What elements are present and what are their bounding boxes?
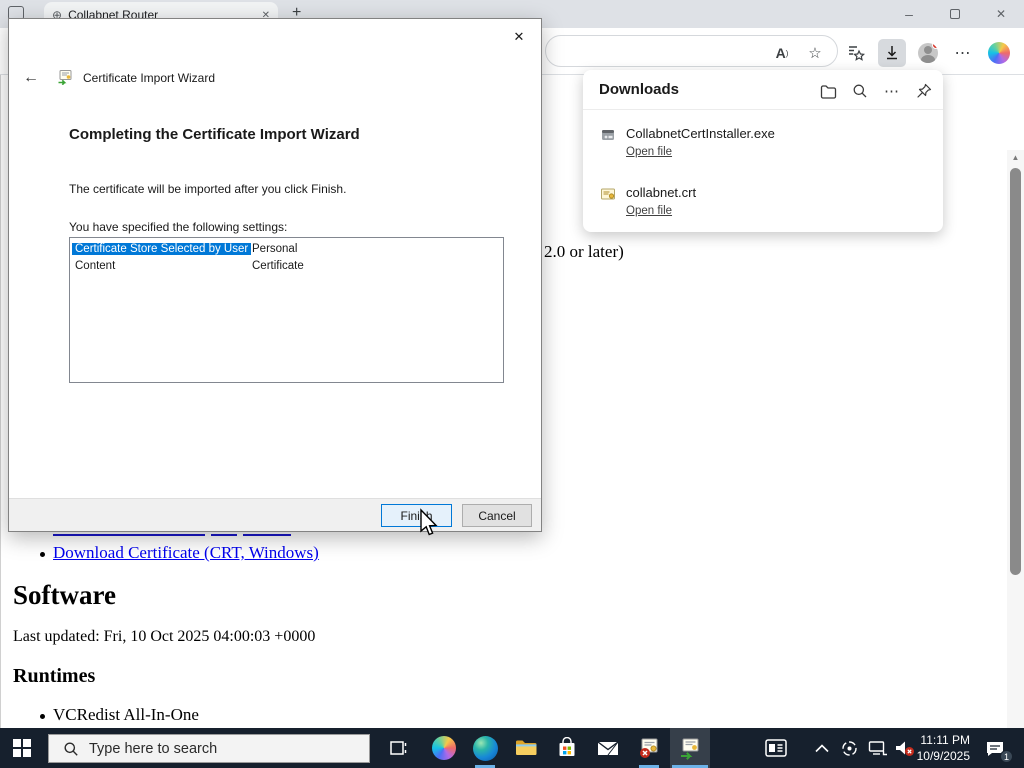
mouse-cursor bbox=[420, 508, 438, 536]
pin-downloads-icon[interactable] bbox=[913, 80, 935, 102]
add-favorite-icon[interactable]: ☆ bbox=[804, 42, 826, 64]
dialog-title: Certificate Import Wizard bbox=[83, 71, 216, 85]
clock-date: 10/9/2025 bbox=[916, 749, 970, 763]
copilot-icon bbox=[432, 736, 456, 760]
open-downloads-folder-icon[interactable] bbox=[817, 80, 839, 102]
start-button[interactable] bbox=[0, 728, 44, 768]
taskbar-mail-button[interactable] bbox=[588, 728, 628, 768]
clock-time: 11:11 PM bbox=[920, 733, 970, 747]
last-updated-text: Last updated: Fri, 10 Oct 2025 04:00:03 … bbox=[13, 628, 316, 645]
desktop: ⊕ Collabnet Router ✕ + – ✕ A) ☆ ⋯ 2.0 or… bbox=[0, 0, 1024, 768]
copilot-icon[interactable] bbox=[988, 42, 1010, 64]
wizard-heading: Completing the Certificate Import Wizard bbox=[69, 126, 360, 143]
hidden-link-underline bbox=[211, 534, 237, 536]
list-bullet bbox=[40, 714, 45, 719]
dialog-footer: Finish Cancel bbox=[9, 498, 541, 531]
taskbar-copilot-button[interactable] bbox=[424, 728, 464, 768]
tray-overflow-button[interactable] bbox=[812, 740, 832, 756]
setting-value: Certificate bbox=[252, 259, 304, 272]
tray-circle-icon[interactable] bbox=[838, 738, 860, 758]
edge-icon bbox=[472, 735, 498, 761]
windows-logo-icon bbox=[13, 739, 31, 757]
exe-file-icon bbox=[600, 127, 616, 143]
scroll-up-icon[interactable]: ▲ bbox=[1007, 150, 1024, 166]
address-bar[interactable] bbox=[545, 35, 838, 67]
search-icon bbox=[64, 742, 78, 756]
taskbar-explorer-button[interactable] bbox=[506, 728, 546, 768]
settings-listbox[interactable]: Certificate Store Selected by User Perso… bbox=[69, 237, 504, 383]
settings-intro-label: You have specified the following setting… bbox=[69, 220, 288, 234]
avatar bbox=[918, 43, 938, 63]
runtime-list-item: VCRedist All-In-One bbox=[53, 705, 199, 724]
maximize-icon bbox=[950, 9, 960, 19]
settings-row[interactable]: Content Certificate bbox=[70, 257, 503, 274]
downloads-more-icon[interactable]: ⋯ bbox=[881, 80, 903, 102]
cancel-button[interactable]: Cancel bbox=[462, 504, 532, 527]
notification-count-badge: 1 bbox=[1000, 750, 1013, 763]
scrollbar-thumb[interactable] bbox=[1010, 168, 1021, 575]
task-view-icon bbox=[390, 741, 407, 755]
download-filename: CollabnetCertInstaller.exe bbox=[626, 126, 775, 141]
profile-button[interactable] bbox=[917, 42, 939, 64]
certificate-import-wizard-dialog: ✕ ← Certificate Import Wizard Completing… bbox=[8, 18, 542, 532]
download-filename: collabnet.crt bbox=[626, 185, 697, 200]
download-icon bbox=[887, 46, 897, 60]
taskbar-clock[interactable]: 11:11 PM 10/9/2025 bbox=[908, 732, 970, 764]
maximize-button[interactable] bbox=[932, 0, 978, 28]
downloads-title: Downloads bbox=[599, 81, 680, 98]
settings-more-icon[interactable]: ⋯ bbox=[952, 42, 974, 64]
settings-row[interactable]: Certificate Store Selected by User Perso… bbox=[70, 240, 503, 257]
microsoft-store-icon bbox=[559, 737, 575, 756]
taskbar-edge-button[interactable] bbox=[465, 728, 505, 768]
open-file-link[interactable]: Open file bbox=[626, 146, 672, 158]
hidden-link-underline bbox=[53, 534, 205, 536]
certificate-import-icon bbox=[681, 738, 699, 760]
taskbar: 11:11 PM 10/9/2025 1 bbox=[0, 728, 1024, 768]
taskbar-certmgr-button[interactable] bbox=[629, 728, 669, 768]
chevron-up-icon bbox=[815, 743, 829, 752]
favorites-star-lines-icon bbox=[849, 46, 865, 61]
setting-value: Personal bbox=[252, 242, 298, 255]
action-center-button[interactable]: 1 bbox=[982, 737, 1013, 763]
software-heading: Software bbox=[13, 580, 116, 610]
setting-name-selected: Certificate Store Selected by User bbox=[72, 242, 252, 255]
taskbar-cert-wizard-button[interactable] bbox=[670, 728, 710, 768]
search-downloads-icon[interactable] bbox=[849, 80, 871, 102]
read-aloud-icon[interactable]: A) bbox=[771, 42, 793, 64]
widgets-button[interactable] bbox=[763, 736, 789, 760]
taskbar-search-box[interactable] bbox=[48, 734, 370, 763]
network-tray-icon[interactable] bbox=[866, 738, 890, 758]
page-scrollbar[interactable]: ▲ ▼ bbox=[1007, 150, 1024, 768]
task-view-button[interactable] bbox=[378, 728, 418, 768]
download-certificate-link[interactable]: Download Certificate (CRT, Windows) bbox=[53, 543, 319, 563]
taskbar-store-button[interactable] bbox=[547, 728, 587, 768]
mail-icon bbox=[597, 741, 619, 756]
list-bullet bbox=[40, 552, 45, 557]
minimize-button[interactable]: – bbox=[886, 0, 932, 28]
certificate-file-icon bbox=[600, 186, 616, 202]
page-partial-text: 2.0 or later) bbox=[544, 242, 624, 261]
file-explorer-icon bbox=[516, 740, 537, 755]
back-arrow-icon[interactable]: ← bbox=[23, 69, 39, 87]
window-controls: – ✕ bbox=[886, 0, 1024, 28]
open-file-link[interactable]: Open file bbox=[626, 205, 672, 217]
window-close-button[interactable]: ✕ bbox=[978, 0, 1024, 28]
dialog-close-button[interactable]: ✕ bbox=[505, 25, 533, 49]
certificate-error-icon bbox=[640, 738, 658, 758]
favorites-icon[interactable] bbox=[845, 42, 867, 64]
setting-name: Content bbox=[75, 259, 116, 272]
downloads-header: Downloads ⋯ bbox=[583, 70, 943, 110]
dialog-header: ← Certificate Import Wizard bbox=[9, 63, 541, 93]
news-icon bbox=[765, 739, 787, 757]
notification-dot bbox=[932, 43, 938, 49]
wizard-description: The certificate will be imported after y… bbox=[69, 182, 347, 196]
runtimes-heading: Runtimes bbox=[13, 665, 96, 687]
downloads-toolbar-button[interactable] bbox=[878, 39, 906, 67]
hidden-link-underline bbox=[243, 534, 291, 536]
certificate-wizard-icon bbox=[57, 69, 73, 88]
downloads-flyout: Downloads ⋯ CollabnetCertInstaller.exe O… bbox=[583, 70, 943, 232]
taskbar-search-input[interactable] bbox=[89, 740, 339, 757]
